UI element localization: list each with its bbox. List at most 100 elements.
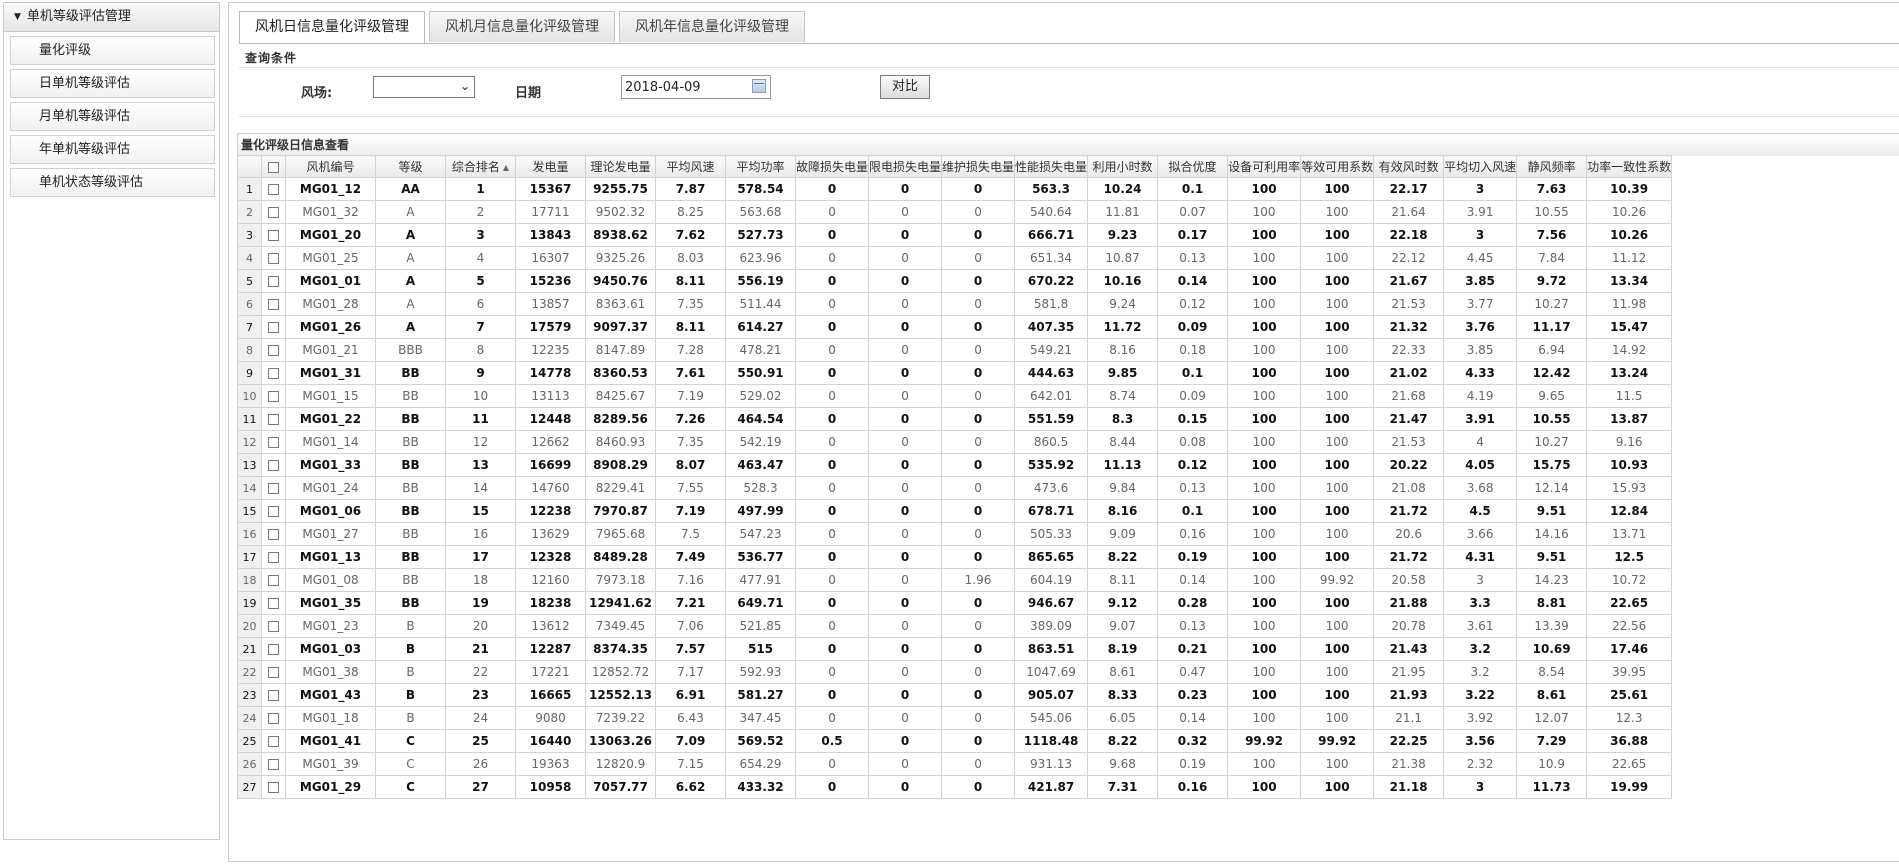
table-cell: 347.45 <box>725 706 796 730</box>
row-checkbox[interactable] <box>268 253 279 264</box>
table-row[interactable]: 15 MG01_06 BB 15 12238 7970.87 7.19 497.99 0 0 0 67… <box>237 499 1673 523</box>
column-header[interactable]: 平均风速 <box>655 155 726 178</box>
table-row[interactable]: 14 MG01_24 BB 14 14760 8229.41 7.55 528.3 0 0 0 473… <box>237 476 1673 500</box>
row-checkbox[interactable] <box>268 322 279 333</box>
row-checkbox[interactable] <box>268 460 279 471</box>
row-checkbox[interactable] <box>268 621 279 632</box>
table-row[interactable]: 16 MG01_27 BB 16 13629 7965.68 7.5 547.23 0 0 0 505… <box>237 522 1673 546</box>
collapse-arrow-icon[interactable]: ▼ <box>14 3 21 31</box>
table-row[interactable]: 1 MG01_12 AA 1 15367 9255.75 7.87 578.54 0 0 0 563.… <box>237 177 1673 201</box>
table-row[interactable]: 10 MG01_15 BB 10 13113 8425.67 7.19 529.02 0 0 0 64… <box>237 384 1673 408</box>
table-row[interactable]: 7 MG01_26 A 7 17579 9097.37 8.11 614.27 0 0 0 407.3… <box>237 315 1673 339</box>
row-checkbox[interactable] <box>268 736 279 747</box>
table-row[interactable]: 9 MG01_31 BB 9 14778 8360.53 7.61 550.91 0 0 0 444.… <box>237 361 1673 385</box>
nav-group-header[interactable]: ▼ 单机等级评估管理 <box>4 3 219 32</box>
row-checkbox[interactable] <box>268 414 279 425</box>
table-cell: 100 <box>1227 522 1302 546</box>
table-row[interactable]: 8 MG01_21 BBB 8 12235 8147.89 7.28 478.21 0 0 0 549… <box>237 338 1673 362</box>
tab-monthly[interactable]: 风机月信息量化评级管理 <box>429 11 615 42</box>
table-row[interactable]: 21 MG01_03 B 21 12287 8374.35 7.57 515 0 0 0 863.51… <box>237 637 1673 661</box>
nav-item-status-rating[interactable]: 单机状态等级评估 <box>10 168 215 197</box>
column-header[interactable]: 维护损失电量 <box>941 155 1016 178</box>
table-row[interactable]: 6 MG01_28 A 6 13857 8363.61 7.35 511.44 0 0 0 581.8… <box>237 292 1673 316</box>
table-row[interactable]: 23 MG01_43 B 23 16665 12552.13 6.91 581.27 0 0 0 90… <box>237 683 1673 707</box>
row-checkbox[interactable] <box>268 690 279 701</box>
column-header[interactable]: 性能损失电量 <box>1014 155 1089 178</box>
table-cell: 16 <box>445 522 516 546</box>
nav-item-quantified-rating[interactable]: 量化评级 <box>10 36 215 65</box>
calendar-icon[interactable] <box>752 79 766 93</box>
column-header[interactable]: 设备可利用率 <box>1227 155 1302 178</box>
table-row[interactable]: 5 MG01_01 A 5 15236 9450.76 8.11 556.19 0 0 0 670.2… <box>237 269 1673 293</box>
column-header[interactable]: 平均功率 <box>725 155 796 178</box>
table-row[interactable]: 26 MG01_39 C 26 19363 12820.9 7.15 654.29 0 0 0 931… <box>237 752 1673 776</box>
column-header[interactable]: 平均切入风速 <box>1443 155 1518 178</box>
column-header[interactable]: 等效可用系数 <box>1300 155 1375 178</box>
column-header[interactable]: 发电量 <box>515 155 586 178</box>
table-row[interactable]: 11 MG01_22 BB 11 12448 8289.56 7.26 464.54 0 0 0 55… <box>237 407 1673 431</box>
table-row[interactable]: 13 MG01_33 BB 13 16699 8908.29 8.07 463.47 0 0 0 53… <box>237 453 1673 477</box>
row-checkbox[interactable] <box>268 230 279 241</box>
table-row[interactable]: 24 MG01_18 B 24 9080 7239.22 6.43 347.45 0 0 0 545.… <box>237 706 1673 730</box>
farm-select[interactable]: ⌄ <box>373 76 475 98</box>
table-row[interactable]: 22 MG01_38 B 22 17221 12852.72 7.17 592.93 0 0 0 10… <box>237 660 1673 684</box>
row-checkbox[interactable] <box>268 552 279 563</box>
column-header[interactable]: 理论发电量 <box>585 155 656 178</box>
row-checkbox[interactable] <box>268 483 279 494</box>
column-header[interactable]: 功率一致性系数 <box>1586 155 1673 178</box>
row-checkbox[interactable] <box>268 575 279 586</box>
table-cell: 8489.28 <box>585 545 656 569</box>
table-cell: 13629 <box>515 522 586 546</box>
column-header[interactable]: 利用小时数 <box>1087 155 1159 178</box>
row-checkbox[interactable] <box>268 782 279 793</box>
column-header[interactable]: 有效风时数 <box>1373 155 1445 178</box>
select-all-checkbox[interactable] <box>268 161 279 173</box>
table-row[interactable]: 19 MG01_35 BB 19 18238 12941.62 7.21 649.71 0 0 0 9… <box>237 591 1673 615</box>
table-row[interactable]: 18 MG01_08 BB 18 12160 7973.18 7.16 477.91 0 0 1.9… <box>237 568 1673 592</box>
table-row[interactable]: 17 MG01_13 BB 17 12328 8489.28 7.49 536.77 0 0 0 86… <box>237 545 1673 569</box>
row-checkbox[interactable] <box>268 437 279 448</box>
nav-item-daily-rating[interactable]: 日单机等级评估 <box>10 69 215 98</box>
row-checkbox[interactable] <box>268 368 279 379</box>
row-checkbox[interactable] <box>268 184 279 195</box>
column-header[interactable]: 故障损失电量 <box>794 155 870 178</box>
row-checkbox[interactable] <box>268 667 279 678</box>
row-checkbox[interactable] <box>268 759 279 770</box>
table-row[interactable]: 25 MG01_41 C 25 16440 13063.26 7.09 569.52 0.5 0 0… <box>237 729 1673 753</box>
table-row[interactable]: 12 MG01_14 BB 12 12662 8460.93 7.35 542.19 0 0 0 86… <box>237 430 1673 454</box>
column-header[interactable]: 静风频率 <box>1516 155 1588 178</box>
row-checkbox[interactable] <box>268 345 279 356</box>
nav-item-monthly-rating[interactable]: 月单机等级评估 <box>10 102 215 131</box>
row-checkbox[interactable] <box>268 276 279 287</box>
table-cell: 100 <box>1300 637 1375 661</box>
column-header[interactable]: 风机编号 <box>285 155 376 178</box>
row-checkbox[interactable] <box>268 506 279 517</box>
row-checkbox[interactable] <box>268 529 279 540</box>
table-row[interactable]: 2 MG01_32 A 2 17711 9502.32 8.25 563.68 0 0 0 540.6… <box>237 200 1673 224</box>
row-checkbox[interactable] <box>268 207 279 218</box>
column-header[interactable]: 拟合优度 <box>1157 155 1229 178</box>
table-cell: 21.67 <box>1373 269 1445 293</box>
tab-yearly[interactable]: 风机年信息量化评级管理 <box>619 11 805 42</box>
table-row[interactable]: 27 MG01_29 C 27 10958 7057.77 6.62 433.32 0 0 0 421… <box>237 775 1673 799</box>
nav-item-yearly-rating[interactable]: 年单机等级评估 <box>10 135 215 164</box>
row-checkbox[interactable] <box>268 713 279 724</box>
table-cell: 100 <box>1227 246 1302 270</box>
table-cell: 0 <box>941 453 1016 477</box>
column-header[interactable]: 综合排名 ▲ <box>445 155 516 178</box>
row-checkbox[interactable] <box>268 644 279 655</box>
row-checkbox[interactable] <box>268 391 279 402</box>
date-input[interactable] <box>621 75 771 99</box>
table-row[interactable]: 3 MG01_20 A 3 13843 8938.62 7.62 527.73 0 0 0 666.7… <box>237 223 1673 247</box>
compare-button[interactable]: 对比 <box>880 75 930 99</box>
table-cell: 100 <box>1300 430 1375 454</box>
table-row[interactable]: 4 MG01_25 A 4 16307 9325.26 8.03 623.96 0 0 0 651.3… <box>237 246 1673 270</box>
row-checkbox[interactable] <box>268 598 279 609</box>
table-cell: 18238 <box>515 591 586 615</box>
column-header[interactable]: 等级 <box>375 155 446 178</box>
grid-title: 量化评级日信息查看 <box>237 133 1899 156</box>
column-header[interactable]: 限电损失电量 <box>868 155 943 178</box>
row-checkbox[interactable] <box>268 299 279 310</box>
tab-daily[interactable]: 风机日信息量化评级管理 <box>239 11 425 44</box>
table-row[interactable]: 20 MG01_23 B 20 13612 7349.45 7.06 521.85 0 0 0 389… <box>237 614 1673 638</box>
